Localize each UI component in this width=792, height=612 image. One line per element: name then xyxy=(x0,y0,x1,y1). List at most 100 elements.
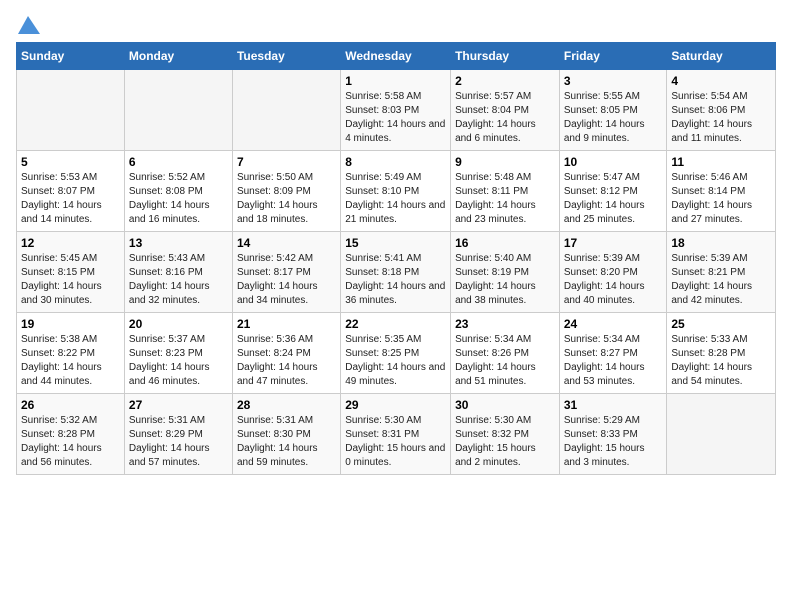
day-info: Sunrise: 5:33 AMSunset: 8:28 PMDaylight:… xyxy=(671,333,771,389)
day-info: Sunrise: 5:30 AMSunset: 8:31 PMDaylight:… xyxy=(345,414,446,470)
calendar-cell: 22 Sunrise: 5:35 AMSunset: 8:25 PMDaylig… xyxy=(341,313,451,394)
day-info: Sunrise: 5:58 AMSunset: 8:03 PMDaylight:… xyxy=(345,90,446,146)
day-info: Sunrise: 5:57 AMSunset: 8:04 PMDaylight:… xyxy=(455,90,555,146)
calendar-cell: 31 Sunrise: 5:29 AMSunset: 8:33 PMDaylig… xyxy=(559,394,667,475)
calendar-cell: 7 Sunrise: 5:50 AMSunset: 8:09 PMDayligh… xyxy=(232,151,340,232)
day-info: Sunrise: 5:31 AMSunset: 8:30 PMDaylight:… xyxy=(237,414,336,470)
day-info: Sunrise: 5:38 AMSunset: 8:22 PMDaylight:… xyxy=(21,333,120,389)
calendar-cell: 17 Sunrise: 5:39 AMSunset: 8:20 PMDaylig… xyxy=(559,232,667,313)
day-number: 17 xyxy=(564,236,663,250)
day-number: 19 xyxy=(21,317,120,331)
calendar-cell: 4 Sunrise: 5:54 AMSunset: 8:06 PMDayligh… xyxy=(667,70,776,151)
calendar-cell: 18 Sunrise: 5:39 AMSunset: 8:21 PMDaylig… xyxy=(667,232,776,313)
day-number: 22 xyxy=(345,317,446,331)
day-info: Sunrise: 5:46 AMSunset: 8:14 PMDaylight:… xyxy=(671,171,771,227)
day-info: Sunrise: 5:49 AMSunset: 8:10 PMDaylight:… xyxy=(345,171,446,227)
day-number: 4 xyxy=(671,74,771,88)
day-number: 26 xyxy=(21,398,120,412)
calendar-week-4: 26 Sunrise: 5:32 AMSunset: 8:28 PMDaylig… xyxy=(17,394,776,475)
calendar-cell: 26 Sunrise: 5:32 AMSunset: 8:28 PMDaylig… xyxy=(17,394,125,475)
calendar-cell: 16 Sunrise: 5:40 AMSunset: 8:19 PMDaylig… xyxy=(451,232,560,313)
column-header-tuesday: Tuesday xyxy=(232,43,340,70)
column-header-thursday: Thursday xyxy=(451,43,560,70)
calendar-cell: 12 Sunrise: 5:45 AMSunset: 8:15 PMDaylig… xyxy=(17,232,125,313)
calendar-cell xyxy=(124,70,232,151)
logo-icon xyxy=(18,16,40,34)
calendar-cell: 23 Sunrise: 5:34 AMSunset: 8:26 PMDaylig… xyxy=(451,313,560,394)
column-header-saturday: Saturday xyxy=(667,43,776,70)
calendar-cell: 24 Sunrise: 5:34 AMSunset: 8:27 PMDaylig… xyxy=(559,313,667,394)
calendar-cell: 6 Sunrise: 5:52 AMSunset: 8:08 PMDayligh… xyxy=(124,151,232,232)
column-header-wednesday: Wednesday xyxy=(341,43,451,70)
day-number: 2 xyxy=(455,74,555,88)
calendar-cell: 11 Sunrise: 5:46 AMSunset: 8:14 PMDaylig… xyxy=(667,151,776,232)
day-info: Sunrise: 5:42 AMSunset: 8:17 PMDaylight:… xyxy=(237,252,336,308)
day-number: 23 xyxy=(455,317,555,331)
day-info: Sunrise: 5:31 AMSunset: 8:29 PMDaylight:… xyxy=(129,414,228,470)
day-number: 27 xyxy=(129,398,228,412)
day-number: 3 xyxy=(564,74,663,88)
day-info: Sunrise: 5:39 AMSunset: 8:21 PMDaylight:… xyxy=(671,252,771,308)
column-header-sunday: Sunday xyxy=(17,43,125,70)
day-info: Sunrise: 5:50 AMSunset: 8:09 PMDaylight:… xyxy=(237,171,336,227)
page-header xyxy=(16,16,776,30)
calendar-cell xyxy=(17,70,125,151)
calendar-cell: 29 Sunrise: 5:30 AMSunset: 8:31 PMDaylig… xyxy=(341,394,451,475)
column-header-friday: Friday xyxy=(559,43,667,70)
day-info: Sunrise: 5:34 AMSunset: 8:26 PMDaylight:… xyxy=(455,333,555,389)
day-number: 12 xyxy=(21,236,120,250)
calendar-cell xyxy=(232,70,340,151)
day-number: 24 xyxy=(564,317,663,331)
day-info: Sunrise: 5:41 AMSunset: 8:18 PMDaylight:… xyxy=(345,252,446,308)
day-number: 6 xyxy=(129,155,228,169)
day-info: Sunrise: 5:55 AMSunset: 8:05 PMDaylight:… xyxy=(564,90,663,146)
day-info: Sunrise: 5:43 AMSunset: 8:16 PMDaylight:… xyxy=(129,252,228,308)
calendar-week-1: 5 Sunrise: 5:53 AMSunset: 8:07 PMDayligh… xyxy=(17,151,776,232)
logo xyxy=(16,16,40,30)
day-number: 20 xyxy=(129,317,228,331)
calendar-week-3: 19 Sunrise: 5:38 AMSunset: 8:22 PMDaylig… xyxy=(17,313,776,394)
day-number: 29 xyxy=(345,398,446,412)
day-number: 31 xyxy=(564,398,663,412)
day-info: Sunrise: 5:35 AMSunset: 8:25 PMDaylight:… xyxy=(345,333,446,389)
day-info: Sunrise: 5:39 AMSunset: 8:20 PMDaylight:… xyxy=(564,252,663,308)
calendar-cell: 19 Sunrise: 5:38 AMSunset: 8:22 PMDaylig… xyxy=(17,313,125,394)
calendar-table: SundayMondayTuesdayWednesdayThursdayFrid… xyxy=(16,42,776,475)
calendar-cell xyxy=(667,394,776,475)
calendar-cell: 2 Sunrise: 5:57 AMSunset: 8:04 PMDayligh… xyxy=(451,70,560,151)
calendar-header-row: SundayMondayTuesdayWednesdayThursdayFrid… xyxy=(17,43,776,70)
day-number: 8 xyxy=(345,155,446,169)
day-number: 10 xyxy=(564,155,663,169)
day-number: 30 xyxy=(455,398,555,412)
calendar-cell: 10 Sunrise: 5:47 AMSunset: 8:12 PMDaylig… xyxy=(559,151,667,232)
day-info: Sunrise: 5:29 AMSunset: 8:33 PMDaylight:… xyxy=(564,414,663,470)
calendar-week-0: 1 Sunrise: 5:58 AMSunset: 8:03 PMDayligh… xyxy=(17,70,776,151)
calendar-cell: 30 Sunrise: 5:30 AMSunset: 8:32 PMDaylig… xyxy=(451,394,560,475)
column-header-monday: Monday xyxy=(124,43,232,70)
calendar-cell: 21 Sunrise: 5:36 AMSunset: 8:24 PMDaylig… xyxy=(232,313,340,394)
calendar-cell: 9 Sunrise: 5:48 AMSunset: 8:11 PMDayligh… xyxy=(451,151,560,232)
calendar-cell: 28 Sunrise: 5:31 AMSunset: 8:30 PMDaylig… xyxy=(232,394,340,475)
day-number: 14 xyxy=(237,236,336,250)
calendar-cell: 14 Sunrise: 5:42 AMSunset: 8:17 PMDaylig… xyxy=(232,232,340,313)
calendar-cell: 3 Sunrise: 5:55 AMSunset: 8:05 PMDayligh… xyxy=(559,70,667,151)
calendar-cell: 27 Sunrise: 5:31 AMSunset: 8:29 PMDaylig… xyxy=(124,394,232,475)
calendar-cell: 13 Sunrise: 5:43 AMSunset: 8:16 PMDaylig… xyxy=(124,232,232,313)
day-number: 16 xyxy=(455,236,555,250)
day-number: 21 xyxy=(237,317,336,331)
day-number: 18 xyxy=(671,236,771,250)
day-number: 7 xyxy=(237,155,336,169)
day-info: Sunrise: 5:47 AMSunset: 8:12 PMDaylight:… xyxy=(564,171,663,227)
calendar-cell: 1 Sunrise: 5:58 AMSunset: 8:03 PMDayligh… xyxy=(341,70,451,151)
day-info: Sunrise: 5:37 AMSunset: 8:23 PMDaylight:… xyxy=(129,333,228,389)
day-number: 28 xyxy=(237,398,336,412)
calendar-week-2: 12 Sunrise: 5:45 AMSunset: 8:15 PMDaylig… xyxy=(17,232,776,313)
calendar-cell: 15 Sunrise: 5:41 AMSunset: 8:18 PMDaylig… xyxy=(341,232,451,313)
day-info: Sunrise: 5:32 AMSunset: 8:28 PMDaylight:… xyxy=(21,414,120,470)
day-number: 9 xyxy=(455,155,555,169)
day-info: Sunrise: 5:53 AMSunset: 8:07 PMDaylight:… xyxy=(21,171,120,227)
calendar-cell: 20 Sunrise: 5:37 AMSunset: 8:23 PMDaylig… xyxy=(124,313,232,394)
day-number: 15 xyxy=(345,236,446,250)
day-info: Sunrise: 5:36 AMSunset: 8:24 PMDaylight:… xyxy=(237,333,336,389)
day-number: 11 xyxy=(671,155,771,169)
